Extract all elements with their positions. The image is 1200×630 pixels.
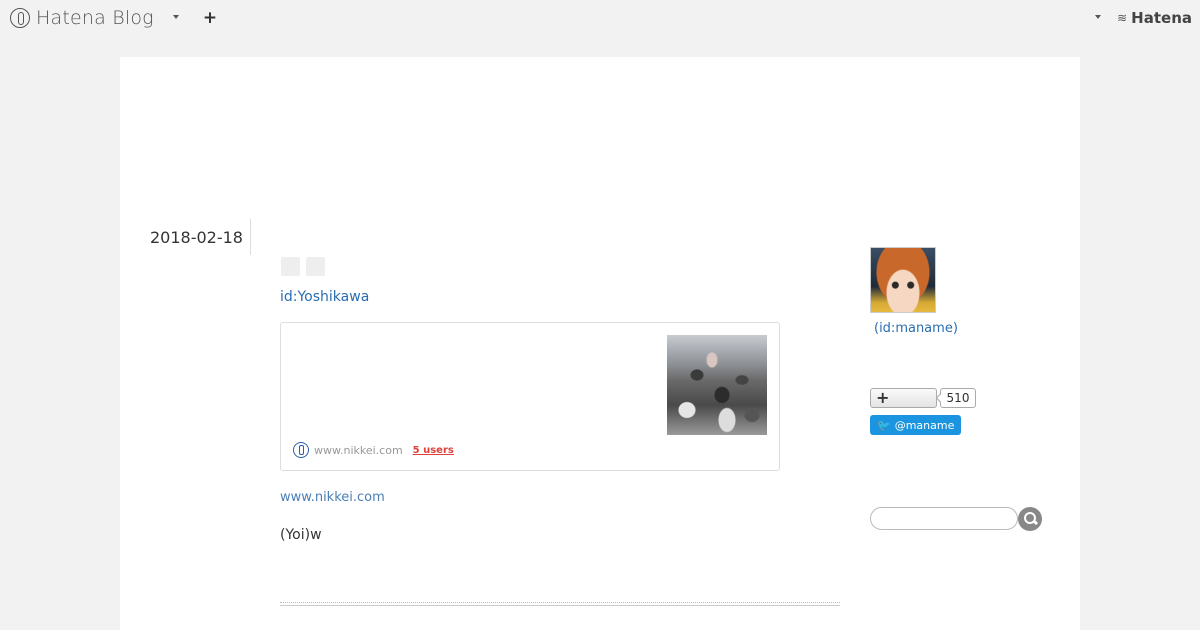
- subscribe-button[interactable]: +: [870, 388, 937, 408]
- placeholder-square-2: [306, 257, 325, 276]
- plus-icon: +: [876, 388, 890, 407]
- profile-id-link[interactable]: (id:maname): [874, 321, 958, 336]
- entry-body-text: (Yoi)w: [280, 527, 322, 543]
- date-divider: [250, 219, 251, 255]
- subscriber-count: 510: [940, 388, 976, 408]
- author-id-link[interactable]: id:Yoshikawa: [280, 289, 369, 305]
- avatar[interactable]: [870, 247, 936, 313]
- hatena-blog-logo-icon: [10, 8, 30, 28]
- embed-footer: www.nikkei.com 5 users: [293, 442, 454, 458]
- embed-domain: www.nikkei.com: [314, 443, 403, 457]
- logo-text: Hatena Blog: [36, 7, 154, 29]
- hatena-logo-icon: ≋: [1117, 11, 1128, 25]
- embed-thumbnail[interactable]: [667, 335, 767, 435]
- twitter-follow-button[interactable]: 🐦 @maname: [870, 415, 961, 435]
- twitter-bird-icon: 🐦: [877, 418, 891, 432]
- site-favicon-icon: [293, 442, 309, 458]
- hatena-blog-logo[interactable]: Hatena Blog: [10, 6, 154, 30]
- hatena-logo[interactable]: ≋ Hatena: [1117, 9, 1192, 27]
- account-menu-chevron-icon[interactable]: [1095, 15, 1101, 19]
- link-embed-card[interactable]: www.nikkei.com 5 users: [280, 322, 780, 471]
- search-input[interactable]: [870, 507, 1018, 530]
- source-link[interactable]: www.nikkei.com: [280, 490, 385, 505]
- global-header: Hatena Blog + ≋ Hatena: [0, 0, 1200, 38]
- entry-divider: [280, 602, 840, 606]
- placeholder-square-1: [281, 257, 300, 276]
- twitter-handle: @maname: [894, 418, 955, 432]
- add-icon[interactable]: +: [202, 8, 218, 28]
- search-icon[interactable]: [1018, 507, 1042, 531]
- hatena-logo-text: Hatena: [1131, 9, 1192, 27]
- chevron-down-icon[interactable]: [173, 15, 179, 19]
- entry-date[interactable]: 2018-02-18: [150, 228, 243, 247]
- bookmark-users-badge[interactable]: 5 users: [413, 445, 454, 456]
